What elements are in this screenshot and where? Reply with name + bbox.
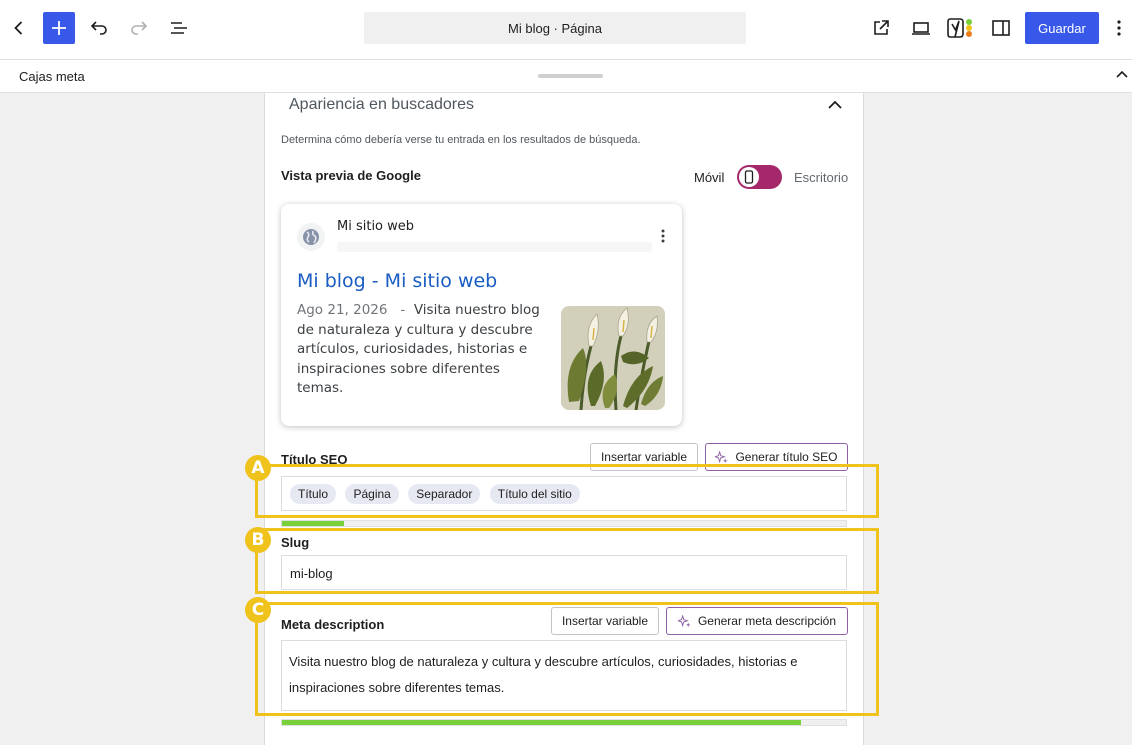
- undo-button[interactable]: [83, 12, 115, 44]
- redo-button[interactable]: [123, 12, 155, 44]
- google-preview-card: Mi sitio web Mi blog - Mi sitio web Ago …: [281, 204, 682, 426]
- save-button[interactable]: Guardar: [1025, 12, 1099, 44]
- view-page-button[interactable]: [865, 12, 897, 44]
- preview-date: Ago 21, 2026: [297, 302, 388, 318]
- preview-thumbnail-image: [561, 306, 665, 410]
- mode-desktop-label[interactable]: Escritorio: [794, 170, 848, 185]
- settings-sidebar-button[interactable]: [985, 12, 1017, 44]
- mode-mobile-label[interactable]: Móvil: [694, 170, 724, 185]
- editor-toolbar: Mi blog · Página Guardar: [0, 0, 1132, 60]
- toggle-knob: [739, 167, 759, 187]
- callout-badge-c: C: [245, 597, 271, 623]
- laptop-icon: [912, 22, 930, 35]
- preview-snippet: Ago 21, 2026 - Visita nuestro blog de na…: [297, 301, 549, 399]
- plus-icon: [52, 21, 66, 35]
- more-vertical-icon: [1117, 20, 1121, 36]
- yoast-seo-button[interactable]: [947, 16, 975, 40]
- preview-separator: -: [392, 302, 414, 318]
- preview-mode-toggle[interactable]: [737, 165, 782, 189]
- meta-boxes-bar: Cajas meta: [0, 60, 1132, 93]
- preview-device-button[interactable]: [905, 12, 937, 44]
- resize-handle[interactable]: [538, 74, 603, 78]
- document-overview-button[interactable]: [163, 12, 195, 44]
- undo-icon: [90, 21, 107, 35]
- callout-box-b: [255, 528, 879, 594]
- callout-box-c: [255, 602, 879, 716]
- callout-box-a: [255, 464, 879, 518]
- site-favicon: [297, 223, 325, 251]
- globe-icon: [303, 229, 319, 245]
- section-description: Determina cómo debería verse tu entrada …: [281, 134, 641, 146]
- chevron-left-icon: [14, 21, 23, 35]
- meta-description-progress: [281, 719, 847, 726]
- meta-boxes-label: Cajas meta: [19, 69, 85, 84]
- smartphone-icon: [744, 170, 754, 184]
- sparkles-icon: [715, 450, 729, 463]
- preview-url-placeholder: [337, 242, 652, 252]
- chevron-up-icon[interactable]: [1113, 66, 1131, 84]
- add-block-button[interactable]: [43, 12, 75, 44]
- meta-description-progress-fill: [282, 720, 801, 725]
- google-preview-label: Vista previa de Google: [281, 168, 421, 183]
- list-view-icon: [171, 22, 187, 34]
- sidebar-icon: [992, 20, 1010, 36]
- preview-title: Mi blog - Mi sitio web: [297, 270, 498, 292]
- chevron-up-icon[interactable]: [825, 95, 845, 115]
- yoast-icon: [947, 18, 972, 38]
- callout-badge-a: A: [245, 455, 271, 481]
- section-title: Apariencia en buscadores: [289, 96, 475, 113]
- more-vertical-icon: [661, 229, 665, 243]
- options-button[interactable]: [1107, 12, 1131, 44]
- redo-icon: [131, 21, 148, 35]
- calla-lily-illustration: [561, 306, 665, 410]
- callout-badge-b: B: [245, 527, 271, 553]
- generate-seo-title-label: Generar título SEO: [735, 450, 838, 464]
- document-title-bar[interactable]: Mi blog · Página: [364, 12, 746, 44]
- seo-title-progress: [281, 520, 847, 527]
- preview-separator-text: -: [400, 302, 406, 318]
- seo-title-progress-fill: [282, 521, 345, 526]
- back-button[interactable]: [3, 12, 35, 44]
- preview-site-name: Mi sitio web: [337, 219, 415, 234]
- external-link-icon: [874, 20, 889, 35]
